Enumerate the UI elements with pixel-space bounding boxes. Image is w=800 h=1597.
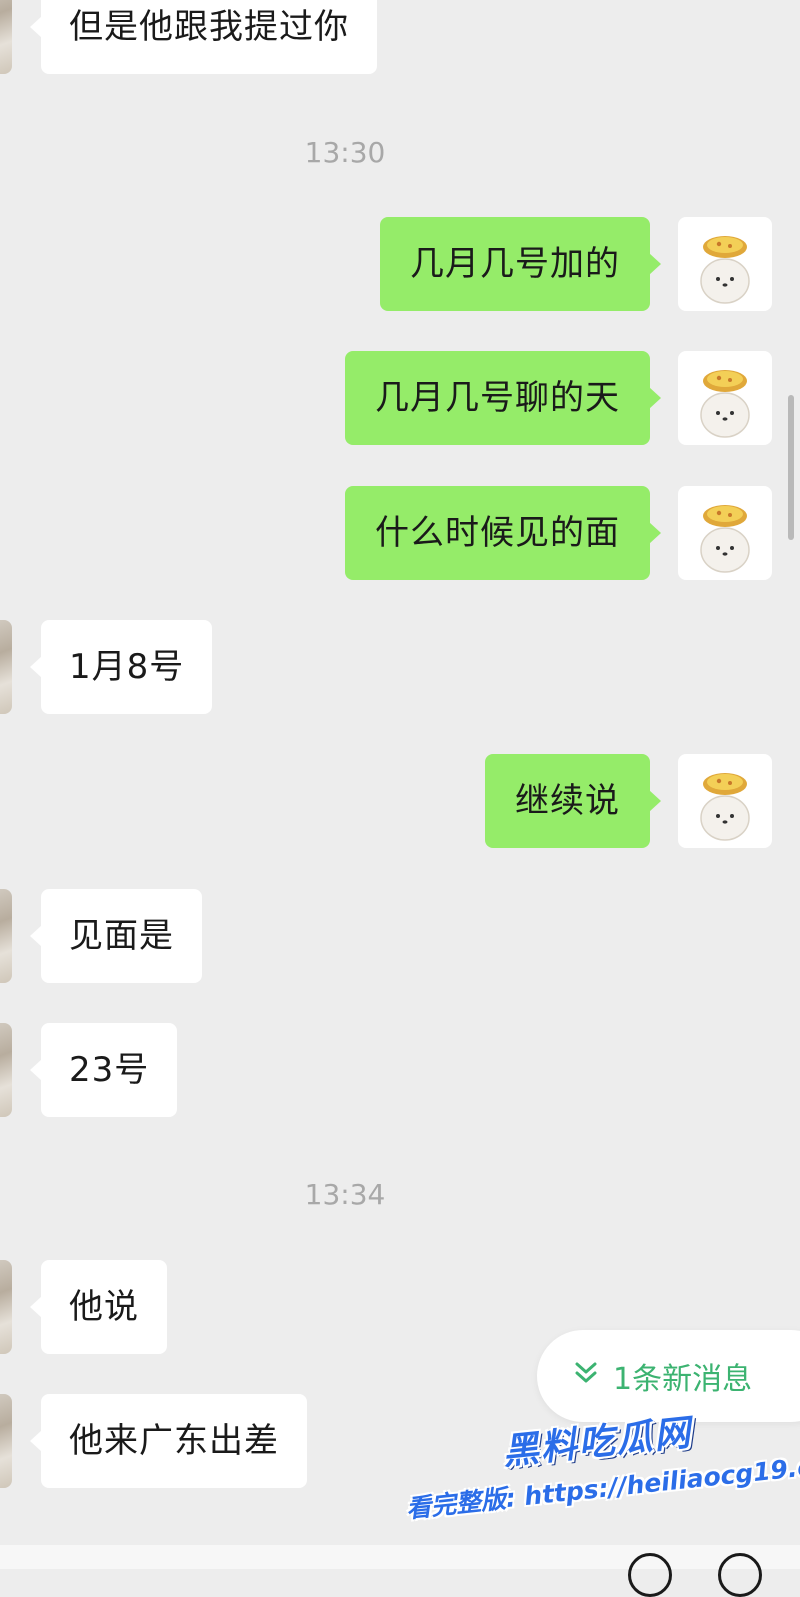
contact-avatar[interactable] xyxy=(0,1260,12,1354)
my-avatar[interactable] xyxy=(678,217,772,311)
incoming-message-bubble[interactable]: 他说 xyxy=(30,1260,167,1354)
incoming-message-bubble[interactable]: 他来广东出差 xyxy=(30,1394,307,1488)
outgoing-message-bubble[interactable]: 继续说 xyxy=(485,754,661,848)
message-row: 1月8号 xyxy=(0,620,800,714)
message-row: 几月几号加的 xyxy=(0,217,800,311)
input-bar xyxy=(0,1545,800,1569)
dog-tart-avatar-icon xyxy=(700,236,750,304)
my-avatar[interactable] xyxy=(678,754,772,848)
plus-icon[interactable] xyxy=(718,1553,762,1597)
message-row: 继续说 xyxy=(0,754,800,848)
contact-avatar[interactable] xyxy=(0,889,12,983)
message-row: 见面是 xyxy=(0,889,800,983)
message-row: 几月几号聊的天 xyxy=(0,351,800,445)
chat-timestamp: 13:34 xyxy=(304,1178,386,1211)
scrollbar-thumb[interactable] xyxy=(788,395,794,540)
dog-tart-avatar-icon xyxy=(700,370,750,438)
contact-avatar[interactable] xyxy=(0,620,12,714)
incoming-message-bubble[interactable]: 见面是 xyxy=(30,889,202,983)
my-avatar[interactable] xyxy=(678,486,772,580)
double-chevron-down-icon xyxy=(573,1359,599,1394)
contact-avatar[interactable] xyxy=(0,1394,12,1488)
outgoing-message-bubble[interactable]: 几月几号加的 xyxy=(380,217,661,311)
incoming-message-bubble[interactable]: 23号 xyxy=(29,1023,178,1117)
dog-tart-avatar-icon xyxy=(700,505,750,573)
emoji-icon[interactable] xyxy=(628,1553,672,1597)
incoming-message-bubble[interactable]: 但是他跟我提过你 xyxy=(30,0,377,74)
dog-tart-avatar-icon xyxy=(700,773,750,841)
new-messages-label: 1条新消息 xyxy=(613,1362,753,1397)
message-row: 但是他跟我提过你 xyxy=(0,0,800,74)
outgoing-message-bubble[interactable]: 什么时候见的面 xyxy=(345,486,661,580)
contact-avatar[interactable] xyxy=(0,1023,12,1117)
contact-avatar[interactable] xyxy=(0,0,12,74)
message-row: 什么时候见的面 xyxy=(0,486,800,580)
outgoing-message-bubble[interactable]: 几月几号聊的天 xyxy=(345,351,661,445)
my-avatar[interactable] xyxy=(678,351,772,445)
message-row: 23号 xyxy=(0,1023,800,1117)
chat-timestamp: 13:30 xyxy=(304,136,386,169)
incoming-message-bubble[interactable]: 1月8号 xyxy=(29,620,213,714)
